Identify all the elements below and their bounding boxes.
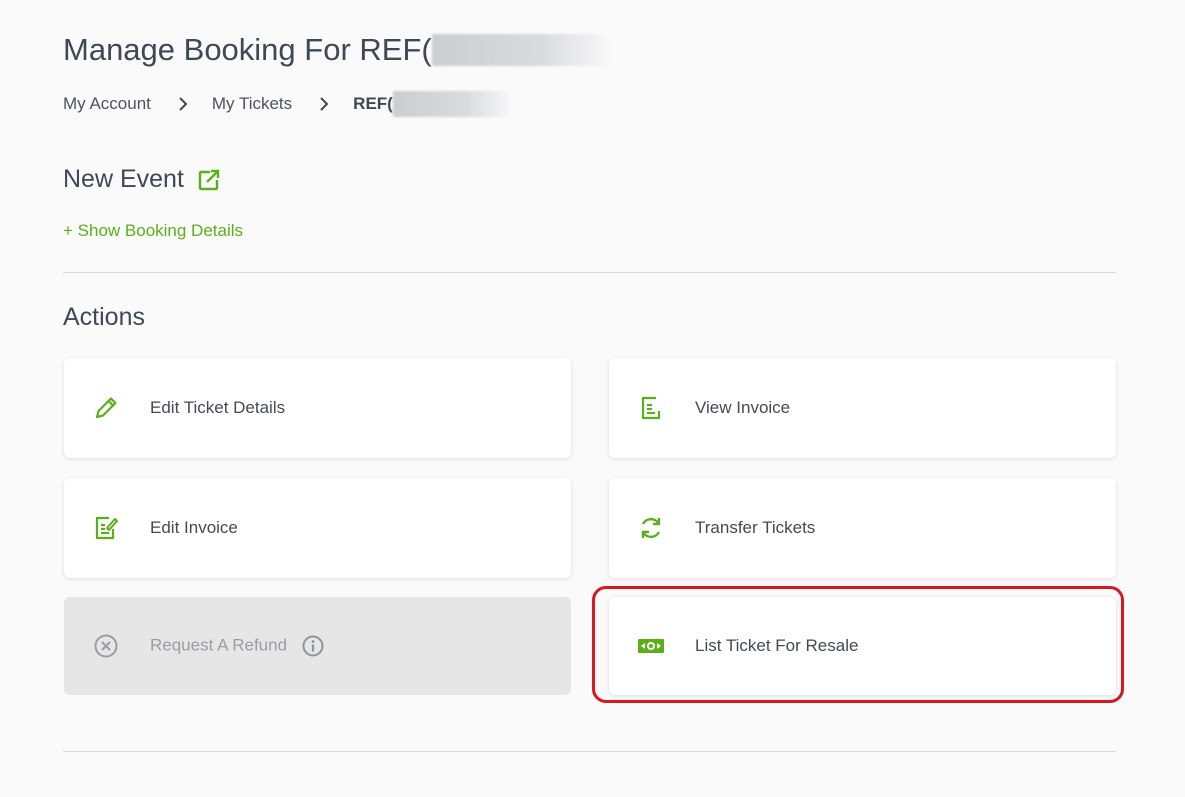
action-label: Edit Invoice <box>150 518 238 537</box>
show-booking-details-link[interactable]: + Show Booking Details <box>63 221 243 241</box>
refresh-icon <box>637 514 665 542</box>
actions-heading: Actions <box>63 303 145 331</box>
event-title-text: New Event <box>63 165 184 193</box>
pencil-icon <box>92 394 120 422</box>
action-label: Request A Refund <box>150 635 288 655</box>
invoice-icon <box>637 394 665 422</box>
action-label: Edit Ticket Details <box>150 398 286 417</box>
redacted-reference <box>392 91 513 117</box>
action-label: Transfer Tickets <box>695 518 816 537</box>
page-title: Manage Booking For REF( <box>63 32 612 68</box>
breadcrumb: My Account My Tickets REF( <box>63 91 513 117</box>
external-link-icon[interactable] <box>198 169 220 191</box>
edit-invoice-icon <box>92 514 120 542</box>
edit-invoice-button[interactable]: Edit Invoice <box>64 478 571 578</box>
divider <box>63 272 1116 273</box>
list-ticket-for-resale-button[interactable]: List Ticket For Resale <box>609 597 1116 695</box>
money-icon <box>637 632 665 660</box>
breadcrumb-current-text: REF( <box>353 94 393 113</box>
breadcrumb-current: REF( <box>353 91 513 117</box>
action-label-group: Request A Refund <box>150 635 324 657</box>
close-circle-icon <box>92 632 120 660</box>
action-label: List Ticket For Resale <box>695 636 859 655</box>
chevron-right-icon <box>320 97 329 111</box>
transfer-tickets-button[interactable]: Transfer Tickets <box>609 478 1116 578</box>
view-invoice-button[interactable]: View Invoice <box>609 358 1116 458</box>
page-title-text: Manage Booking For REF( <box>63 32 432 67</box>
breadcrumb-my-account[interactable]: My Account <box>63 94 151 114</box>
request-refund-button: Request A Refund <box>64 597 571 695</box>
info-icon[interactable] <box>302 635 324 657</box>
chevron-right-icon <box>179 97 188 111</box>
divider <box>63 751 1116 752</box>
breadcrumb-my-tickets[interactable]: My Tickets <box>212 94 292 114</box>
edit-ticket-details-button[interactable]: Edit Ticket Details <box>64 358 571 458</box>
event-title: New Event <box>63 165 220 194</box>
redacted-reference <box>431 34 612 66</box>
manage-booking-page: Manage Booking For REF( My Account My Ti… <box>0 0 1185 797</box>
action-label: View Invoice <box>695 398 791 417</box>
